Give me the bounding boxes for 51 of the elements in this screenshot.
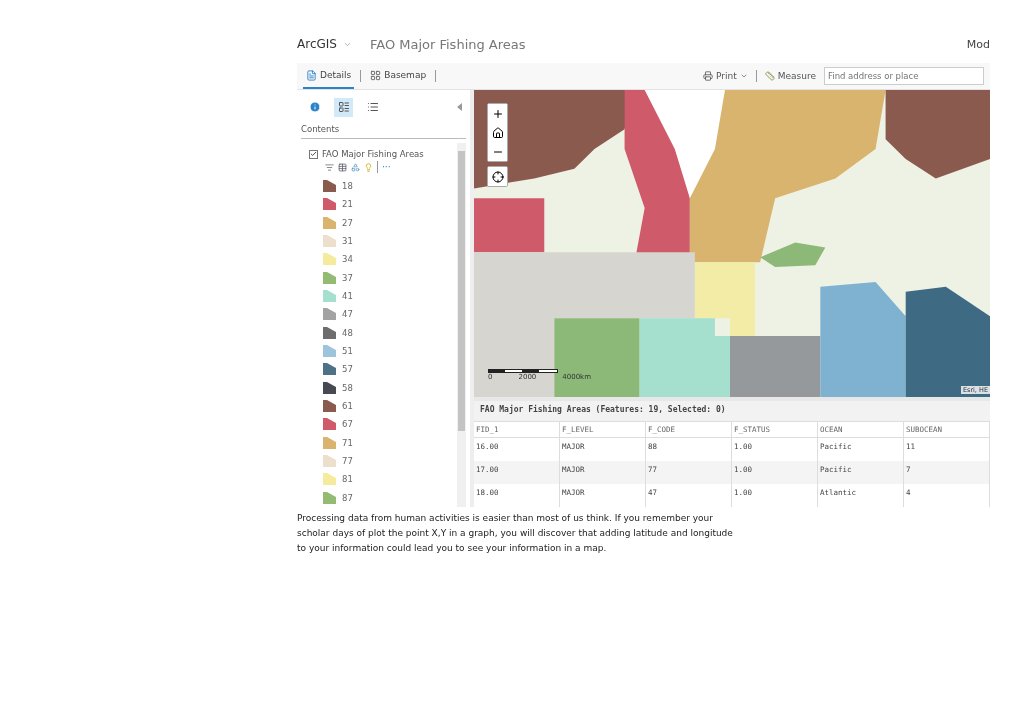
- print-button[interactable]: Print: [701, 69, 750, 83]
- toolbar-tab[interactable]: Details: [303, 63, 355, 89]
- panel-heading: Contents: [301, 124, 466, 139]
- legend-label: 48: [342, 327, 353, 338]
- legend-label: 67: [342, 419, 353, 430]
- locate-button[interactable]: [488, 167, 507, 186]
- filter-icon[interactable]: [325, 162, 334, 172]
- legend-label: 81: [342, 474, 353, 485]
- legend-label: 34: [342, 254, 353, 265]
- legend-label: 37: [342, 272, 353, 283]
- table-icon[interactable]: [338, 162, 347, 172]
- search-field[interactable]: Find address or place: [824, 67, 984, 85]
- legend-label: 51: [342, 346, 353, 357]
- grid-icon: [370, 69, 382, 81]
- scale-bar: [488, 369, 558, 373]
- legend-icon: [366, 101, 379, 113]
- crosshair-icon: [491, 170, 504, 183]
- layer-checkbox[interactable]: [309, 149, 318, 159]
- table-title: FAO Major Fishing Areas (Features: 19, Selected: 0): [474, 401, 990, 421]
- map-title: FAO Major Fishing Areas: [369, 36, 526, 52]
- legend-label: 58: [342, 382, 353, 393]
- legend-label: 18: [342, 181, 353, 192]
- legend-label: 41: [342, 291, 353, 302]
- ruler-icon: [764, 71, 775, 81]
- home-icon: [491, 126, 504, 139]
- caption-paragraph: Processing data from human activities is easier than most of us think. If you remember your scholar days of plot the point X,Y in a graph, you will discover that adding latitude and longitude to your information could lead you to see your information in a map.: [297, 512, 734, 555]
- legend-label: 87: [342, 492, 353, 503]
- header-text[interactable]: Mod: [966, 37, 990, 51]
- layer-name[interactable]: FAO Major Fishing Areas: [322, 149, 424, 159]
- view-button[interactable]: [334, 97, 353, 117]
- measure-button[interactable]: Measure: [762, 69, 818, 83]
- info-icon: [308, 101, 321, 113]
- legend-label: 77: [342, 456, 353, 467]
- legend-label: 57: [342, 364, 353, 375]
- collapse-icon[interactable]: [457, 103, 462, 111]
- app-name[interactable]: ArcGIS: [297, 37, 337, 51]
- more-options[interactable]: ···: [382, 162, 391, 172]
- shapes-icon[interactable]: [351, 162, 360, 172]
- legend-label: 61: [342, 401, 353, 412]
- legend-label: 27: [342, 217, 353, 228]
- caret-icon: [739, 72, 748, 80]
- legend-label: 47: [342, 309, 353, 320]
- scrollbar[interactable]: [457, 143, 466, 507]
- printer-icon: [703, 71, 714, 81]
- document-icon: [306, 69, 317, 81]
- plus-icon: [491, 107, 504, 120]
- legend-label: 71: [342, 437, 353, 448]
- legend-label: 21: [342, 199, 353, 210]
- toolbar-tab[interactable]: Basemap: [367, 63, 430, 89]
- content-icon: [337, 101, 350, 113]
- legend-label: 31: [342, 236, 353, 247]
